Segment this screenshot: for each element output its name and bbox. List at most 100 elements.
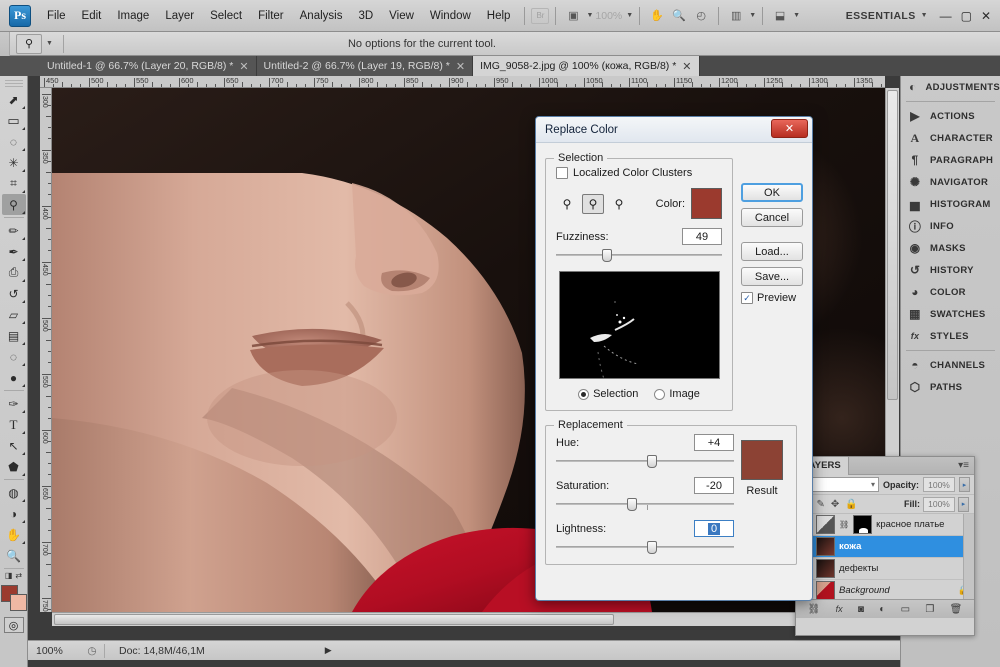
cancel-button[interactable]: Cancel — [741, 208, 803, 227]
close-button[interactable]: ✕ — [981, 9, 991, 23]
marquee-tool[interactable]: ▭ — [2, 110, 26, 131]
dock-item-paths[interactable]: ⬡ PATHS — [901, 376, 1000, 398]
slider-knob[interactable] — [646, 455, 657, 468]
new-layer-icon[interactable]: ❐ — [925, 604, 934, 615]
eyedropper-icon[interactable]: ⚲ — [16, 33, 42, 54]
options-bar-grip[interactable] — [0, 31, 10, 56]
selection-radio-wrap[interactable]: Selection — [578, 388, 638, 400]
dock-item-adjustments[interactable]: ◐ ADJUSTMENTS — [901, 76, 1000, 98]
dock-item-histogram[interactable]: ▅ HISTOGRAM — [901, 193, 1000, 215]
arrange-documents-icon[interactable]: ▥ — [725, 6, 747, 26]
document-tab-untitled-1[interactable]: Untitled-1 @ 66.7% (Layer 20, RGB/8) * ✕ — [40, 56, 257, 76]
layer-thumbnail[interactable] — [816, 559, 835, 578]
status-zoom-level[interactable]: 100% — [28, 645, 80, 657]
preview-checkbox[interactable]: ✓ — [741, 292, 753, 304]
selection-preview[interactable] — [558, 271, 720, 379]
localized-clusters-row[interactable]: Localized Color Clusters — [556, 167, 722, 179]
panel-menu-icon[interactable]: ▾≡ — [958, 460, 969, 471]
menu-3d[interactable]: 3D — [350, 7, 381, 25]
gradient-tool[interactable]: ▤ — [2, 325, 26, 346]
slider-knob[interactable] — [627, 498, 638, 511]
add-mask-icon[interactable]: ◙ — [858, 604, 864, 615]
layer-mask-thumbnail[interactable] — [853, 515, 873, 534]
pen-tool[interactable]: ✑ — [2, 393, 26, 414]
eyedropper-icon[interactable]: ⚲ — [556, 194, 578, 214]
swap-colors-icon[interactable]: ⇄ — [15, 571, 22, 580]
lock-all-icon[interactable]: 🔒 — [845, 499, 857, 510]
chevron-down-icon[interactable]: ▼ — [586, 12, 593, 19]
eraser-tool[interactable]: ▱ — [2, 304, 26, 325]
hue-value[interactable]: +4 — [694, 434, 734, 451]
hue-slider[interactable] — [556, 454, 734, 468]
save-button[interactable]: Save... — [741, 267, 803, 286]
dock-item-swatches[interactable]: ▦ SWATCHES — [901, 303, 1000, 325]
bridge-icon[interactable]: Br — [531, 7, 550, 24]
image-radio[interactable] — [654, 388, 666, 400]
menu-help[interactable]: Help — [479, 7, 519, 25]
quick-mask-icon[interactable]: ◎ — [3, 617, 24, 633]
lasso-tool[interactable]: ◌ — [2, 131, 26, 152]
delete-layer-icon[interactable]: 🗑 — [950, 604, 963, 615]
result-swatch[interactable] — [741, 440, 783, 480]
close-icon[interactable]: ✕ — [771, 119, 808, 138]
add-style-icon[interactable]: fx — [836, 604, 843, 614]
layer-row-red-dress[interactable]: ⛓ красное платье — [796, 514, 974, 536]
dock-item-character[interactable]: A CHARACTER — [901, 127, 1000, 149]
clone-stamp-tool[interactable]: ⎙ — [2, 262, 26, 283]
close-icon[interactable]: ✕ — [239, 60, 248, 73]
dock-item-masks[interactable]: ◉ MASKS — [901, 237, 1000, 259]
dock-item-channels[interactable]: ◓ CHANNELS — [901, 354, 1000, 376]
default-colors-icon[interactable]: ◨ — [5, 571, 13, 580]
menu-image[interactable]: Image — [109, 7, 157, 25]
zoom-tool[interactable]: 🔍 — [2, 545, 26, 566]
hand-icon[interactable]: ✋ — [646, 6, 668, 26]
fuzziness-slider[interactable] — [556, 248, 722, 262]
minimize-button[interactable]: — — [940, 9, 952, 23]
maximize-button[interactable]: ▢ — [961, 9, 972, 23]
layer-row-defects[interactable]: дефекты — [796, 558, 974, 580]
menu-select[interactable]: Select — [202, 7, 250, 25]
dialog-titlebar[interactable]: Replace Color ✕ — [536, 117, 812, 143]
ok-button[interactable]: OK — [741, 183, 803, 202]
dock-item-paragraph[interactable]: ¶ PARAGRAPH — [901, 149, 1000, 171]
slider-knob[interactable] — [602, 249, 613, 262]
brush-tool[interactable]: ✒ — [2, 241, 26, 262]
chevron-down-icon[interactable]: ▼ — [46, 40, 53, 47]
chevron-down-icon[interactable]: ▼ — [793, 12, 800, 19]
quick-selection-tool[interactable]: ✳ — [2, 152, 26, 173]
move-tool[interactable]: ⬈ — [2, 89, 26, 110]
layers-scrollbar[interactable] — [963, 514, 974, 599]
dock-item-color[interactable]: ◕ COLOR — [901, 281, 1000, 303]
chevron-down-icon[interactable]: ▼ — [626, 12, 633, 19]
document-tab-img-9058[interactable]: IMG_9058-2.jpg @ 100% (кожа, RGB/8) * ✕ — [473, 56, 700, 76]
screen-mode-icon[interactable]: ⬓ — [769, 6, 791, 26]
fill-stepper[interactable]: ▸ — [958, 496, 969, 512]
close-icon[interactable]: ✕ — [456, 60, 465, 73]
dodge-tool[interactable]: ● — [2, 367, 26, 388]
rotate-view-icon[interactable]: ◴ — [690, 6, 712, 26]
new-adjustment-icon[interactable]: ◐ — [879, 604, 885, 615]
link-layers-icon[interactable]: ⛓ — [808, 604, 821, 615]
opacity-value[interactable]: 100% — [923, 477, 955, 492]
status-proxy-icon[interactable]: ◷ — [80, 645, 104, 657]
lock-position-icon[interactable]: ✥ — [831, 499, 839, 510]
menu-layer[interactable]: Layer — [157, 7, 202, 25]
menu-window[interactable]: Window — [422, 7, 479, 25]
color-swatch[interactable] — [691, 188, 722, 219]
3d-orbit-tool[interactable]: ◑ — [2, 503, 26, 524]
chevron-down-icon[interactable]: ▼ — [921, 12, 928, 19]
menu-analysis[interactable]: Analysis — [292, 7, 351, 25]
blur-tool[interactable]: ◌ — [2, 346, 26, 367]
toolbox-grip[interactable] — [4, 80, 23, 87]
layer-thumbnail[interactable] — [816, 581, 835, 599]
workspace-selector[interactable]: ESSENTIALS — [846, 10, 916, 22]
zoom-icon[interactable]: 🔍 — [668, 6, 690, 26]
dock-item-actions[interactable]: ▶ ACTIONS — [901, 105, 1000, 127]
zoom-level-field[interactable]: 100% — [595, 10, 622, 22]
healing-brush-tool[interactable]: ✏ — [2, 220, 26, 241]
menu-edit[interactable]: Edit — [74, 7, 110, 25]
slider-knob[interactable] — [646, 541, 657, 554]
hand-tool[interactable]: ✋ — [2, 524, 26, 545]
3d-rotate-tool[interactable]: ◍ — [2, 482, 26, 503]
new-group-icon[interactable]: ▭ — [901, 604, 910, 615]
